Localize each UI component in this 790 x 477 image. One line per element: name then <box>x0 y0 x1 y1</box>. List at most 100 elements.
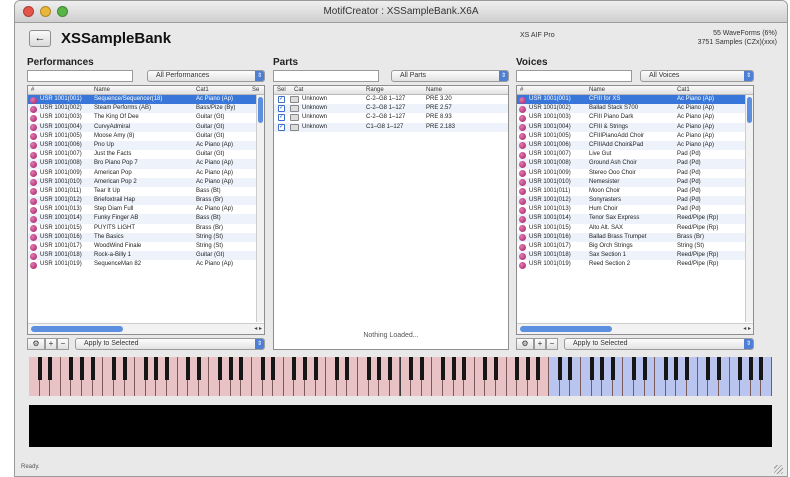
black-key[interactable] <box>164 357 169 380</box>
black-key[interactable] <box>302 357 307 380</box>
black-key[interactable] <box>90 357 95 380</box>
table-row[interactable]: USR 1001(001) Sequence/Sequencer(18) Ac Pi… <box>28 95 264 105</box>
table-row[interactable]: USR 1001(015) PUYITS LIGHT Brass (Br) <box>28 224 264 233</box>
black-key[interactable] <box>111 357 116 380</box>
black-key[interactable] <box>196 357 201 380</box>
table-row[interactable]: ✓ Unknown C-2–G8 1–127 PRE 2.57 <box>274 104 508 114</box>
table-row[interactable]: USR 1001(016) Ballad Brass Trumpet Brass (… <box>517 232 753 242</box>
scroll-arrows-icon[interactable]: ◂ ▸ <box>743 324 751 334</box>
column-header-name[interactable]: Name <box>426 87 442 93</box>
black-key[interactable] <box>589 357 594 380</box>
black-key[interactable] <box>260 357 265 380</box>
black-key[interactable] <box>143 357 148 380</box>
voices-search-input[interactable] <box>516 70 632 82</box>
checkbox[interactable]: ✓ <box>278 123 285 131</box>
black-key[interactable] <box>80 357 85 380</box>
column-header-cat[interactable]: Cat <box>294 87 303 93</box>
table-row[interactable]: USR 1001(019) Reed Section 2 Reed/Pipe (Rp… <box>517 260 753 269</box>
plus-icon[interactable]: + <box>534 338 546 350</box>
black-key[interactable] <box>685 357 690 380</box>
voices-vertical-scrollbar[interactable] <box>745 95 753 322</box>
column-header-number[interactable]: # <box>31 87 34 93</box>
black-key[interactable] <box>345 357 350 380</box>
back-button[interactable]: ← <box>29 30 51 47</box>
table-row[interactable]: USR 1001(010) American Pop 2 Ac Piano (Ap) <box>28 177 264 187</box>
column-header-range[interactable]: Range <box>366 87 384 93</box>
table-row[interactable]: USR 1001(019) SequenceMan 82 Ac Piano (Ap) <box>28 260 264 269</box>
table-row[interactable]: USR 1001(007) Live Gut Pad (Pd) <box>517 150 753 159</box>
table-row[interactable]: USR 1001(009) Stereo Ooo Choir Pad (Pd) <box>517 169 753 178</box>
parts-category-select[interactable]: All Parts ⇕ <box>391 70 509 82</box>
table-row[interactable]: ✓ Unknown C-2–G8 1–127 PRE 8.93 <box>274 113 508 122</box>
table-row[interactable]: USR 1001(014) Funky Finger AB Bass (Bt) <box>28 214 264 224</box>
black-key[interactable] <box>568 357 573 380</box>
black-key[interactable] <box>515 357 520 380</box>
piano-keyboard[interactable] <box>29 357 772 396</box>
black-key[interactable] <box>154 357 159 380</box>
table-row[interactable]: USR 1001(003) CFIII Piano Dark Ac Piano (A… <box>517 113 753 122</box>
black-key[interactable] <box>271 357 276 380</box>
black-key[interactable] <box>557 357 562 380</box>
black-key[interactable] <box>610 357 615 380</box>
column-header-number[interactable]: # <box>520 87 523 93</box>
checkbox[interactable]: ✓ <box>278 105 285 113</box>
table-row[interactable]: USR 1001(007) Just the Facts Guitar (Gt) <box>28 150 264 159</box>
table-row[interactable]: USR 1001(013) Step Diam Full Ac Piano (Ap) <box>28 205 264 214</box>
black-key[interactable] <box>440 357 445 380</box>
black-key[interactable] <box>313 357 318 380</box>
black-key[interactable] <box>292 357 297 380</box>
black-key[interactable] <box>48 357 53 380</box>
performances-search-input[interactable] <box>27 70 133 82</box>
black-key[interactable] <box>186 357 191 380</box>
black-key[interactable] <box>69 357 74 380</box>
black-key[interactable] <box>122 357 127 380</box>
table-row[interactable]: USR 1001(006) CFIIIAdd Choir&Pad Ac Piano … <box>517 140 753 151</box>
scroll-arrows-icon[interactable]: ◂ ▸ <box>254 324 262 334</box>
column-header-cat1[interactable]: Cat1 <box>196 87 209 93</box>
black-key[interactable] <box>387 357 392 380</box>
checkbox[interactable]: ✓ <box>278 96 285 103</box>
table-row[interactable]: USR 1001(005) CFIIIPianoAdd Choir Ac Piano… <box>517 132 753 141</box>
column-header-cat1[interactable]: Cat1 <box>677 87 690 93</box>
black-key[interactable] <box>462 357 467 380</box>
table-row[interactable]: USR 1001(006) Pno Up Ac Piano (Ap) <box>28 140 264 151</box>
performances-category-select[interactable]: All Performances ⇕ <box>147 70 265 82</box>
black-key[interactable] <box>334 357 339 380</box>
black-key[interactable] <box>536 357 541 380</box>
table-row[interactable]: USR 1001(004) CFIII & Strings Ac Piano (Ap… <box>517 122 753 132</box>
table-row[interactable]: USR 1001(011) Tear It Up Bass (Bt) <box>28 187 264 196</box>
black-key[interactable] <box>494 357 499 380</box>
column-header-name[interactable]: Name <box>94 87 110 93</box>
column-header-se[interactable]: Se <box>252 87 259 93</box>
table-row[interactable]: USR 1001(015) Alto Alt. SAX Reed/Pipe (Rp) <box>517 224 753 233</box>
black-key[interactable] <box>218 357 223 380</box>
table-row[interactable]: USR 1001(003) The King Of Dee Guitar (Gt) <box>28 113 264 122</box>
black-key[interactable] <box>642 357 647 380</box>
checkbox[interactable]: ✓ <box>278 114 285 122</box>
performances-vertical-scrollbar[interactable] <box>256 95 264 322</box>
black-key[interactable] <box>759 357 764 380</box>
gear-icon[interactable]: ⚙ <box>27 338 45 350</box>
resize-grip-icon[interactable] <box>774 465 783 474</box>
gear-icon[interactable]: ⚙ <box>516 338 534 350</box>
table-row[interactable]: USR 1001(004) CurvyAdmiral Guitar (Gt) <box>28 122 264 132</box>
black-key[interactable] <box>483 357 488 380</box>
black-key[interactable] <box>37 357 42 380</box>
table-row[interactable]: USR 1001(009) American Pop Ac Piano (Ap) <box>28 169 264 178</box>
table-row[interactable]: USR 1001(001) CFIII for XS Ac Piano (Ap) <box>517 95 753 105</box>
black-key[interactable] <box>525 357 530 380</box>
black-key[interactable] <box>663 357 668 380</box>
parts-search-input[interactable] <box>273 70 379 82</box>
black-key[interactable] <box>228 357 233 380</box>
voices-horizontal-scrollbar[interactable]: ◂ ▸ <box>517 323 753 334</box>
black-key[interactable] <box>377 357 382 380</box>
scroll-thumb[interactable] <box>31 326 123 332</box>
table-row[interactable]: ✓ Unknown C1–G8 1–127 PRE 2.183 <box>274 122 508 132</box>
black-key[interactable] <box>716 357 721 380</box>
column-header-name[interactable]: Name <box>589 87 605 93</box>
table-row[interactable]: USR 1001(002) Ballad Stack S700 Ac Piano (… <box>517 104 753 114</box>
minus-icon[interactable]: − <box>546 338 558 350</box>
black-key[interactable] <box>706 357 711 380</box>
scroll-thumb[interactable] <box>747 97 752 123</box>
table-row[interactable]: USR 1001(017) Big Orch Strings String (St) <box>517 242 753 251</box>
